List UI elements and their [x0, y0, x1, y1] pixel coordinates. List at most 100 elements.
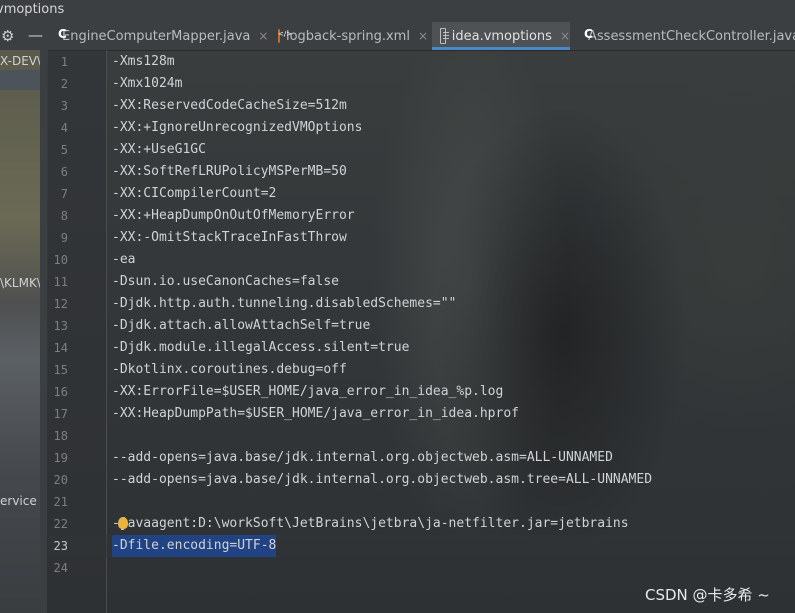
- code-text: -Dkotlinx.coroutines.debug=off: [112, 362, 347, 377]
- line-number: 20: [53, 473, 68, 487]
- tab-label: logback-spring.xml: [285, 28, 410, 44]
- close-icon[interactable]: ×: [258, 29, 268, 43]
- line-number: 15: [53, 363, 68, 377]
- line-number: 16: [53, 385, 68, 399]
- code-line[interactable]: 6 -XX:SoftRefLRUPolicyMSPerMB=50: [48, 161, 795, 183]
- code-line[interactable]: 5 -XX:+UseG1GC: [48, 139, 795, 161]
- minimize-icon[interactable]: —: [28, 26, 43, 44]
- code-line[interactable]: 19 --add-opens=java.base/jdk.internal.org…: [48, 447, 795, 469]
- code-text: -XX:+IgnoreUnrecognizedVMOptions: [112, 120, 363, 135]
- code-line[interactable]: 3 -XX:ReservedCodeCacheSize=512m: [48, 95, 795, 117]
- csdn-watermark: CSDN @卡多希 ~: [645, 586, 770, 604]
- code-line[interactable]: 17 -XX:HeapDumpPath=$USER_HOME/java_error…: [48, 403, 795, 425]
- code-text: -Djdk.http.auth.tunneling.disabledScheme…: [112, 296, 457, 311]
- line-number: 3: [60, 99, 68, 113]
- code-text: -XX:+HeapDumpOnOutOfMemoryError: [112, 208, 355, 223]
- code-line[interactable]: 4 -XX:+IgnoreUnrecognizedVMOptions: [48, 117, 795, 139]
- code-line[interactable]: 24: [48, 557, 795, 579]
- code-line[interactable]: 11 -Dsun.io.useCanonCaches=false: [48, 271, 795, 293]
- line-number: 22: [53, 517, 68, 531]
- code-line[interactable]: 15 -Dkotlinx.coroutines.debug=off: [48, 359, 795, 381]
- line-number: 21: [53, 495, 68, 509]
- line-number: 6: [60, 165, 68, 179]
- line-number: 9: [60, 231, 68, 245]
- line-number: 24: [53, 561, 68, 575]
- code-text: -Djdk.attach.allowAttachSelf=true: [112, 318, 371, 333]
- line-number: 17: [53, 407, 68, 421]
- code-line[interactable]: 8 -XX:+HeapDumpOnOutOfMemoryError: [48, 205, 795, 227]
- code-text: -Djdk.module.illegalAccess.silent=true: [112, 340, 410, 355]
- tab-idea-vmoptions[interactable]: idea.vmoptions ×: [432, 22, 570, 50]
- project-tree-item[interactable]: X-DEV\L: [0, 54, 40, 68]
- code-text: -ea: [112, 252, 136, 267]
- code-text: -XX:CICompilerCount=2: [112, 186, 277, 201]
- code-text: -XX:-OmitStackTraceInFastThrow: [112, 230, 347, 245]
- code-text: -XX:SoftRefLRUPolicyMSPerMB=50: [112, 164, 347, 179]
- code-text: -XX:ReservedCodeCacheSize=512m: [112, 98, 347, 113]
- code-text: -XX:HeapDumpPath=$USER_HOME/java_error_i…: [112, 406, 519, 421]
- tab-label: AssessmentCheckController.java: [588, 28, 795, 44]
- line-number: 23: [53, 539, 68, 553]
- code-text: --add-opens=java.base/jdk.internal.org.o…: [112, 472, 653, 487]
- editor-tab-bar: EngineComputerMapper.java×logback-spring…: [48, 22, 795, 51]
- line-number: 12: [53, 297, 68, 311]
- code-text: -Xmx1024m: [112, 76, 183, 91]
- project-tree-item-label: X-DEV\L: [0, 54, 40, 68]
- close-icon[interactable]: ×: [418, 29, 428, 43]
- tab-label: EngineComputerMapper.java: [62, 28, 251, 44]
- window-title-bar: vmoptions: [0, 0, 795, 22]
- code-line[interactable]: 13 -Djdk.attach.allowAttachSelf=true: [48, 315, 795, 337]
- selected-tree-row: [0, 70, 40, 90]
- code-text: -javaagent:D:\workSoft\JetBrains\jetbra\…: [112, 516, 629, 531]
- code-line[interactable]: 21: [48, 491, 795, 513]
- code-text: -XX:+UseG1GC: [112, 142, 206, 157]
- line-number: 13: [53, 319, 68, 333]
- project-tree-item[interactable]: ervice LX: [0, 494, 40, 508]
- tab-label: idea.vmoptions: [451, 28, 552, 44]
- line-number: 14: [53, 341, 68, 355]
- close-icon[interactable]: ×: [560, 29, 570, 43]
- project-panel-toolbar: ⚙ —: [0, 22, 48, 50]
- code-line[interactable]: 18: [48, 425, 795, 447]
- line-number: 19: [53, 451, 68, 465]
- xml-file-icon: [278, 29, 292, 43]
- code-line[interactable]: 9 -XX:-OmitStackTraceInFastThrow: [48, 227, 795, 249]
- code-line[interactable]: 16 -XX:ErrorFile=$USER_HOME/java_error_in…: [48, 381, 795, 403]
- code-line[interactable]: 20 --add-opens=java.base/jdk.internal.org…: [48, 469, 795, 491]
- code-text: -XX:ErrorFile=$USER_HOME/java_error_in_i…: [112, 384, 504, 399]
- code-line[interactable]: 2 -Xmx1024m: [48, 73, 795, 95]
- project-tree-item-label: ervice: [0, 494, 40, 508]
- line-number: 5: [60, 143, 68, 157]
- line-number: 2: [60, 77, 68, 91]
- code-line[interactable]: 7 -XX:CICompilerCount=2: [48, 183, 795, 205]
- gear-icon[interactable]: ⚙: [1, 27, 14, 45]
- code-line[interactable]: 10 -ea: [48, 249, 795, 271]
- panel-divider[interactable]: [40, 50, 47, 613]
- tab-enginecomputermapper-java[interactable]: EngineComputerMapper.java ×: [48, 22, 268, 50]
- line-number: 4: [60, 121, 68, 135]
- line-number: 7: [60, 187, 68, 201]
- code-line[interactable]: 23 -Dfile.encoding=UTF-8: [48, 535, 795, 557]
- tab-assessmentcheckcontroller-java[interactable]: AssessmentCheckController.java×: [574, 22, 795, 50]
- line-number: 18: [53, 429, 68, 443]
- project-tree-panel[interactable]: X-DEV\L \KLMK\ ervice LX: [0, 50, 40, 613]
- code-line[interactable]: 12 -Djdk.http.auth.tunneling.disabledSche…: [48, 293, 795, 315]
- window-title: vmoptions: [0, 2, 65, 17]
- text-file-icon: [440, 28, 449, 44]
- line-number: 1: [60, 55, 68, 69]
- line-number: 8: [60, 209, 68, 223]
- tab-logback-spring-xml[interactable]: logback-spring.xml ×: [270, 22, 428, 50]
- project-tree-item-label: \KLMK\: [0, 276, 40, 290]
- line-number: 10: [53, 253, 68, 267]
- code-line[interactable]: 14 -Djdk.module.illegalAccess.silent=true: [48, 337, 795, 359]
- code-line[interactable]: 1 -Xms128m: [48, 51, 795, 73]
- code-text: -Dfile.encoding=UTF-8: [112, 535, 277, 557]
- code-text: -Xms128m: [112, 54, 175, 69]
- project-tree-item[interactable]: \KLMK\: [0, 276, 40, 290]
- code-editor[interactable]: 1 -Xms128m 2 -Xmx1024m 3 -XX:ReservedCodeCach…: [48, 50, 795, 613]
- intention-bulb-icon[interactable]: [118, 517, 128, 529]
- code-text: -Dsun.io.useCanonCaches=false: [112, 274, 339, 289]
- line-number: 11: [53, 275, 68, 289]
- code-text: --add-opens=java.base/jdk.internal.org.o…: [112, 450, 613, 465]
- code-line[interactable]: 22 -javaagent:D:\workSoft\JetBrains\jetbr…: [48, 513, 795, 535]
